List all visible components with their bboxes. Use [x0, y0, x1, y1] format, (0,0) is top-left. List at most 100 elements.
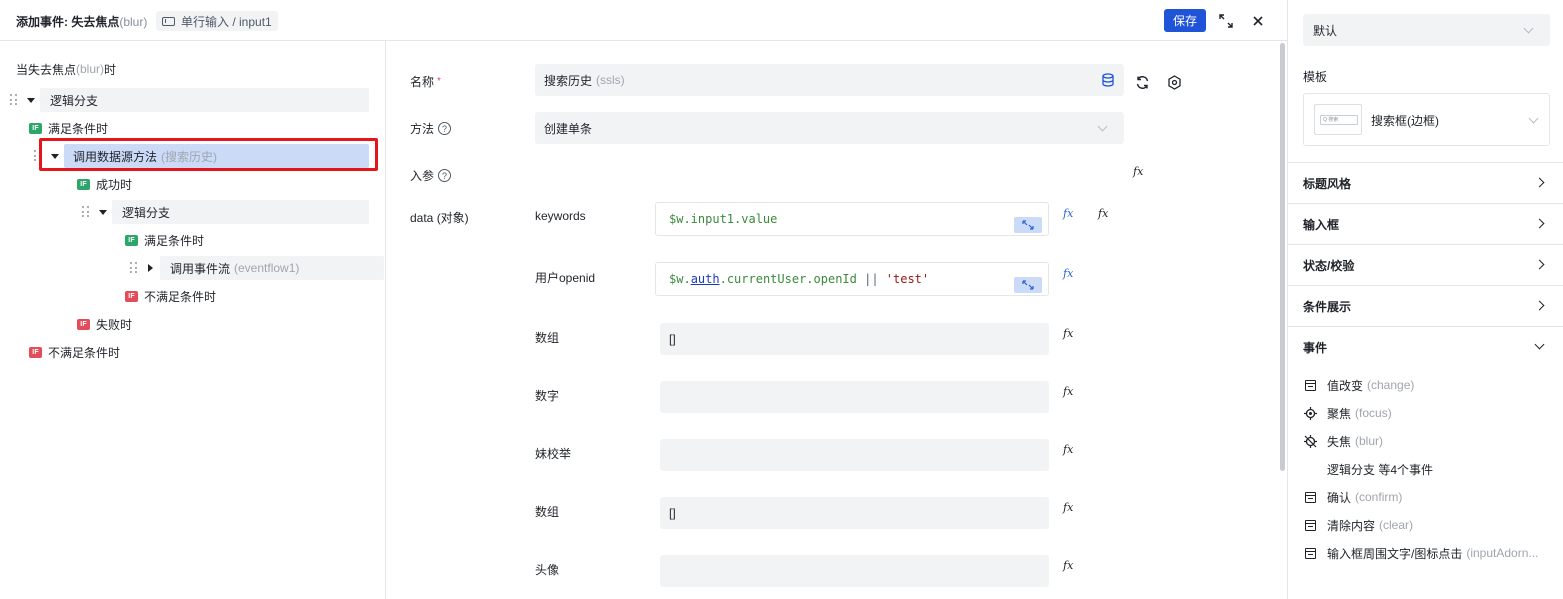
- code-token: .currentUser.openId: [719, 272, 857, 286]
- fx-icon[interactable]: fx: [1063, 385, 1073, 398]
- component-context-tag: 单行输入 / input1: [156, 11, 278, 31]
- array-input[interactable]: []: [660, 323, 1049, 355]
- section-label: 条件展示: [1303, 299, 1352, 314]
- event-name: 输入框周围文字/图标点击: [1327, 546, 1463, 561]
- enum-input[interactable]: [660, 439, 1049, 471]
- event-sub: (change): [1367, 378, 1415, 392]
- openid-expression-input[interactable]: $w. auth .currentUser.openId || 'test': [655, 262, 1049, 296]
- style-select-value: 默认: [1313, 23, 1338, 38]
- keywords-expression-input[interactable]: $w.input1.value: [655, 202, 1049, 236]
- settings-gear-icon[interactable]: [1164, 72, 1184, 92]
- refresh-icon[interactable]: [1132, 72, 1152, 92]
- style-select[interactable]: 默认: [1303, 14, 1550, 46]
- section-conditional-display[interactable]: 条件展示: [1287, 285, 1563, 326]
- expand-editor-icon[interactable]: [1014, 217, 1042, 233]
- fx-icon[interactable]: fx: [1133, 165, 1143, 178]
- chevron-down-icon: [1534, 339, 1545, 350]
- if-badge-icon: IF: [125, 234, 138, 246]
- array-input-2-value: []: [669, 506, 676, 520]
- param-label-number: 数字: [535, 389, 560, 403]
- expand-caret-icon[interactable]: [148, 264, 153, 272]
- input-component-icon: [162, 16, 175, 26]
- array-input-value: []: [669, 332, 676, 346]
- tree-heading-suffix: 时: [104, 62, 117, 77]
- tree-node-condition-false-2[interactable]: IF 不满足条件时: [125, 284, 216, 308]
- method-select[interactable]: 创建单条: [535, 112, 1124, 144]
- drag-handle-icon[interactable]: [130, 262, 138, 274]
- tree-node-logic-branch-2[interactable]: 逻辑分支: [82, 200, 170, 224]
- template-value: 搜索框(边框): [1371, 114, 1439, 128]
- code-token: $w.: [669, 272, 691, 286]
- fullscreen-icon[interactable]: [1216, 11, 1236, 31]
- drag-handle-icon[interactable]: [82, 206, 90, 218]
- fx-icon[interactable]: fx: [1063, 559, 1073, 572]
- event-item-clear[interactable]: 清除内容 (clear): [1304, 515, 1413, 535]
- section-title-style[interactable]: 标题风格: [1287, 162, 1563, 203]
- chevron-right-icon: [1534, 300, 1545, 311]
- form-scrollbar[interactable]: [1280, 43, 1285, 471]
- datasource-name-value: 搜索历史: [544, 73, 593, 88]
- event-sub: (confirm): [1355, 490, 1403, 504]
- template-select[interactable]: Q 搜索 搜索框(边框): [1303, 93, 1550, 146]
- if-badge-icon: IF: [125, 290, 138, 302]
- help-icon[interactable]: ?: [438, 169, 452, 182]
- method-select-value: 创建单条: [544, 121, 593, 136]
- database-icon[interactable]: [1101, 73, 1115, 90]
- chevron-right-icon: [1534, 218, 1545, 229]
- event-sub: (focus): [1355, 406, 1392, 420]
- chevron-down-icon: [1528, 113, 1539, 124]
- help-icon[interactable]: ?: [438, 122, 452, 135]
- drag-handle-icon[interactable]: [10, 94, 18, 106]
- component-context-label: 单行输入 / input1: [181, 14, 272, 29]
- tree-node-condition-true-2[interactable]: IF 满足条件时: [125, 228, 204, 252]
- fx-icon[interactable]: fx: [1098, 207, 1108, 220]
- close-icon[interactable]: [1248, 11, 1268, 31]
- code-token-operator: ||: [856, 272, 886, 286]
- tree-node-success[interactable]: IF 成功时: [77, 172, 132, 196]
- calendar-icon: [1304, 491, 1317, 504]
- datasource-name-sub: (ssls): [596, 73, 625, 87]
- if-badge-icon: IF: [29, 122, 42, 134]
- fx-active-icon[interactable]: fx: [1063, 207, 1073, 220]
- section-events[interactable]: 事件: [1287, 326, 1563, 367]
- event-sub: (clear): [1379, 518, 1414, 532]
- event-name: 清除内容: [1327, 518, 1376, 533]
- event-item-focus[interactable]: 聚焦 (focus): [1304, 403, 1392, 423]
- event-item-confirm[interactable]: 确认 (confirm): [1304, 487, 1402, 507]
- fx-icon[interactable]: fx: [1063, 443, 1073, 456]
- number-input[interactable]: [660, 381, 1049, 413]
- tree-node-call-eventflow[interactable]: 调用事件流 (eventflow1): [130, 256, 299, 280]
- event-item-change[interactable]: 值改变 (change): [1304, 375, 1414, 395]
- tree-node-condition-true[interactable]: IF 满足条件时: [29, 116, 108, 140]
- fx-icon[interactable]: fx: [1063, 501, 1073, 514]
- tree-node-condition-false[interactable]: IF 不满足条件时: [29, 340, 120, 364]
- if-badge-icon: IF: [29, 346, 42, 358]
- fx-icon[interactable]: fx: [1063, 327, 1073, 340]
- fx-active-icon[interactable]: fx: [1063, 267, 1073, 280]
- tree-node-label: 满足条件时: [144, 233, 205, 248]
- param-label-enum: 妹校举: [535, 447, 572, 461]
- clipped-label: [1303, 0, 1548, 6]
- tree-node-label: 失败时: [96, 317, 133, 332]
- expand-editor-icon[interactable]: [1014, 277, 1042, 293]
- section-label: 输入框: [1303, 217, 1340, 232]
- collapse-caret-icon[interactable]: [27, 97, 35, 103]
- event-item-input-adornment[interactable]: 输入框周围文字/图标点击 (inputAdorn...: [1304, 543, 1549, 563]
- event-item-blur[interactable]: 失焦 (blur): [1304, 431, 1383, 451]
- save-button[interactable]: 保存: [1164, 9, 1206, 32]
- section-input-box[interactable]: 输入框: [1287, 203, 1563, 244]
- chevron-right-icon: [1534, 259, 1545, 270]
- datasource-name-field[interactable]: 搜索历史 (ssls): [535, 64, 1124, 96]
- section-status-validation[interactable]: 状态/校验: [1287, 244, 1563, 285]
- event-actions-summary[interactable]: 逻辑分支 等4个事件: [1327, 459, 1433, 479]
- calendar-icon: [1304, 547, 1317, 560]
- collapse-caret-icon[interactable]: [99, 209, 107, 215]
- tree-node-fail[interactable]: IF 失败时: [77, 312, 132, 336]
- array-input-2[interactable]: []: [660, 497, 1049, 529]
- code-token-keyword: auth: [690, 272, 720, 286]
- if-badge-icon: IF: [77, 178, 90, 190]
- tree-node-logic-branch[interactable]: 逻辑分支: [10, 88, 98, 112]
- tree-heading-event: (blur): [76, 62, 105, 76]
- avatar-input[interactable]: [660, 555, 1049, 587]
- event-name: 失焦: [1327, 434, 1352, 449]
